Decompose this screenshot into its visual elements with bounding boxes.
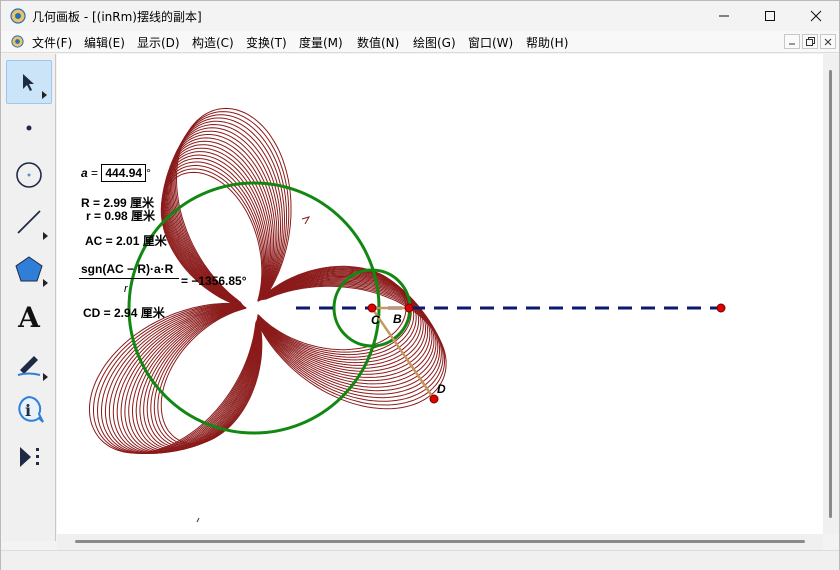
restore-icon (805, 37, 815, 46)
point-icon (26, 125, 32, 131)
point-d[interactable] (429, 394, 439, 404)
information-icon: i (18, 395, 44, 423)
mdi-minimize-button[interactable] (784, 34, 800, 49)
formula-numerator: sgn(AC − R)·a·R (81, 262, 174, 276)
app-window: 几何画板 - [(inRm)摆线的副本] 文件(F) 编辑(E) 显示(D) 构… (0, 0, 840, 570)
marker-tool[interactable] (6, 341, 52, 385)
title-bar: 几何画板 - [(inRm)摆线的副本] (1, 1, 839, 31)
menu-window[interactable]: 窗口(W) (468, 34, 513, 51)
sketchpad-app-icon (10, 8, 26, 24)
menu-measure[interactable]: 度量(M) (299, 34, 343, 51)
arrow-tool[interactable] (6, 60, 52, 104)
close-icon (824, 38, 832, 45)
point-c[interactable] (367, 303, 377, 313)
toolbox: A i (2, 54, 56, 541)
polygon-icon (15, 256, 43, 282)
minimize-button[interactable] (701, 1, 747, 31)
menu-file[interactable]: 文件(F) (32, 34, 72, 51)
maximize-icon (765, 11, 775, 21)
compass-circle-icon (16, 162, 42, 188)
vertical-scroll-thumb[interactable] (829, 70, 832, 518)
sketch-drawing[interactable] (57, 54, 823, 534)
label-d[interactable]: D (437, 382, 446, 396)
polygon-tool[interactable] (6, 247, 52, 291)
minimize-icon (789, 43, 795, 44)
menu-display[interactable]: 显示(D) (137, 34, 180, 51)
formula-denominator: r (124, 283, 128, 295)
measure-ac[interactable]: AC = 2.01 厘米 (85, 232, 167, 249)
measure-small-radius[interactable]: r = 0.98 厘米 (86, 207, 155, 224)
mdi-restore-button[interactable] (802, 34, 818, 49)
menu-construct[interactable]: 构造(C) (192, 34, 234, 51)
menu-transform[interactable]: 变换(T) (246, 34, 287, 51)
text-tool[interactable]: A (6, 294, 52, 338)
trochoid-curves (89, 107, 447, 455)
formula-fraction-bar (79, 278, 179, 279)
tool-expand-icon (43, 232, 48, 240)
formula-result: = −1356.85° (181, 274, 247, 288)
horizontal-scroll-thumb[interactable] (75, 540, 805, 543)
minimize-icon (719, 15, 729, 17)
status-bar (1, 550, 839, 570)
label-c[interactable]: C (371, 313, 380, 327)
tool-expand-icon (42, 91, 47, 99)
trace-arrow-mark (301, 216, 311, 225)
marker-pen-icon (17, 356, 41, 376)
maximize-button[interactable] (747, 1, 793, 31)
label-b[interactable]: B (393, 312, 402, 326)
tool-expand-icon (43, 373, 48, 381)
info-tool[interactable]: i (6, 388, 52, 432)
measure-cd[interactable]: CD = 2.94 厘米 (83, 304, 165, 321)
compass-tool[interactable] (6, 153, 52, 197)
stray-mark (196, 517, 200, 523)
sketch-canvas[interactable]: a = 444.94 ° R = 2.99 厘米 r = 0.98 厘米 AC =… (57, 54, 823, 534)
big-circle[interactable] (127, 181, 381, 435)
vertical-scrollbar[interactable] (823, 54, 839, 534)
menu-bar: 文件(F) 编辑(E) 显示(D) 构造(C) 变换(T) 度量(M) 数值(N… (1, 31, 839, 53)
arrow-select-icon (23, 74, 34, 91)
window-title: 几何画板 - [(inRm)摆线的副本] (32, 10, 202, 24)
menu-edit[interactable]: 编辑(E) (84, 34, 125, 51)
svg-text:A: A (17, 301, 41, 331)
a-label: a (81, 166, 88, 180)
a-unit: ° (146, 166, 151, 180)
horizontal-scrollbar[interactable] (57, 534, 823, 550)
point-ray-end[interactable] (716, 303, 726, 313)
svg-text:i: i (25, 401, 31, 420)
mdi-close-button[interactable] (820, 34, 836, 49)
custom-tool[interactable] (6, 435, 52, 479)
close-button[interactable] (793, 1, 839, 31)
menu-help[interactable]: 帮助(H) (526, 34, 568, 51)
menu-graph[interactable]: 绘图(G) (413, 34, 456, 51)
menu-number[interactable]: 数值(N) (357, 34, 399, 51)
measure-a[interactable]: a = 444.94 ° (81, 164, 151, 182)
point-b[interactable] (404, 303, 414, 313)
custom-tools-icon (20, 447, 39, 467)
a-value-box[interactable]: 444.94 (101, 164, 147, 182)
segment-icon (17, 210, 41, 234)
point-tool[interactable] (6, 106, 52, 150)
straightedge-tool[interactable] (6, 200, 52, 244)
document-icon[interactable] (10, 34, 25, 49)
close-icon (810, 10, 822, 22)
text-a-icon: A (17, 301, 41, 331)
tool-expand-icon (43, 279, 48, 287)
